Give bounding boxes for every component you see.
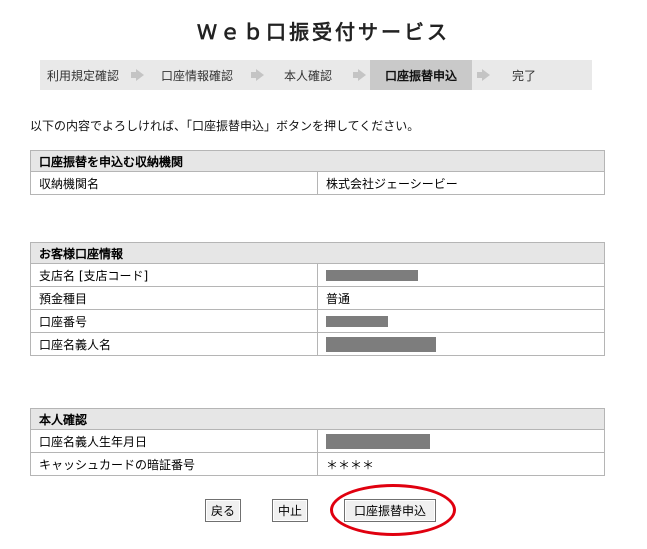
- table-row: 口座名義人生年月日: [30, 429, 605, 453]
- field-label: 口座名義人名: [30, 332, 318, 356]
- field-label: 口座番号: [30, 309, 318, 333]
- table-row: 預金種目 普通: [30, 286, 605, 310]
- step-complete: 完了: [511, 68, 536, 83]
- instruction-text: 以下の内容でよろしければ、「口座振替申込」ボタンを押してください。: [30, 119, 420, 133]
- page-title: Ｗｅｂ口振受付サービス: [197, 20, 450, 44]
- identity-confirmation-table: 本人確認 口座名義人生年月日 キャッシュカードの暗証番号 ＊＊＊＊: [30, 408, 605, 476]
- redacted-value: [326, 270, 418, 281]
- field-value: [317, 309, 605, 333]
- step-terms-confirm: 利用規定確認: [46, 68, 119, 83]
- section-heading: お客様口座情報: [30, 242, 605, 264]
- customer-account-table: お客様口座情報 支店名 [支店コード] 預金種目 普通 口座番号 口座名義人名: [30, 242, 605, 356]
- collection-agency-table: 口座振替を申込む収納機関 収納機関名 株式会社ジェーシービー: [30, 150, 605, 195]
- table-row: 口座番号: [30, 309, 605, 333]
- field-value: [317, 332, 605, 356]
- field-label: 収納機関名: [30, 171, 318, 195]
- step-arrow-icon: [472, 69, 494, 81]
- table-row: 支店名 [支店コード]: [30, 263, 605, 287]
- field-label: 口座名義人生年月日: [30, 429, 318, 453]
- table-row: キャッシュカードの暗証番号 ＊＊＊＊: [30, 452, 605, 476]
- redacted-value: [326, 433, 430, 449]
- progress-steps: 利用規定確認 口座情報確認 本人確認 口座振替申込 完了: [40, 60, 592, 90]
- section-heading: 口座振替を申込む収納機関: [30, 150, 605, 172]
- field-label: キャッシュカードの暗証番号: [30, 452, 318, 476]
- step-arrow-icon: [348, 69, 370, 81]
- table-row: 口座名義人名: [30, 332, 605, 356]
- field-value: 株式会社ジェーシービー: [317, 171, 605, 195]
- field-label: 預金種目: [30, 286, 318, 310]
- step-arrow-icon: [246, 69, 268, 81]
- redacted-value: [326, 316, 388, 327]
- step-account-info-confirm: 口座情報確認: [160, 68, 233, 83]
- highlight-circle-annotation: [330, 484, 456, 536]
- section-heading: 本人確認: [30, 408, 605, 430]
- back-button[interactable]: 戻る: [205, 499, 241, 522]
- redacted-value: [326, 336, 436, 352]
- cancel-button[interactable]: 中止: [272, 499, 308, 522]
- field-value: [317, 263, 605, 287]
- field-value: 普通: [317, 286, 605, 310]
- step-identity-confirm: 本人確認: [283, 68, 332, 83]
- step-arrow-icon: [126, 69, 148, 81]
- field-value: ＊＊＊＊: [317, 452, 605, 476]
- table-row: 収納機関名 株式会社ジェーシービー: [30, 171, 605, 195]
- step-transfer-application: 口座振替申込: [370, 60, 472, 90]
- field-value: [317, 429, 605, 453]
- field-label: 支店名 [支店コード]: [30, 263, 318, 287]
